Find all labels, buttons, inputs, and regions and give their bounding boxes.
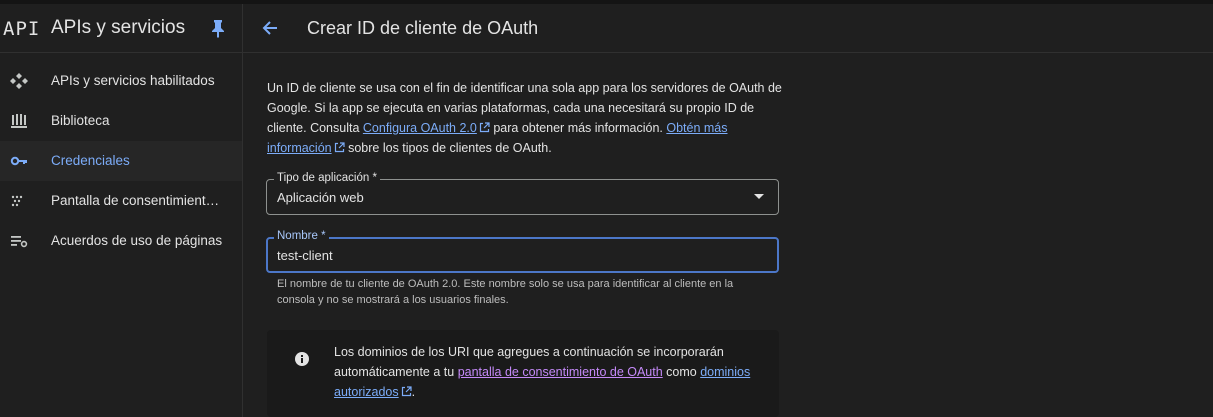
external-link-icon bbox=[479, 122, 490, 133]
configure-oauth-link[interactable]: Configura OAuth 2.0 bbox=[363, 121, 477, 135]
name-hint: El nombre de tu cliente de OAuth 2.0. Es… bbox=[277, 278, 734, 306]
external-link-icon bbox=[401, 386, 412, 397]
info-box: Los dominios de los URI que agregues a c… bbox=[267, 330, 779, 417]
name-input[interactable]: Nombre * test-client bbox=[266, 229, 779, 273]
page-header: Crear ID de cliente de OAuth bbox=[243, 4, 1213, 53]
sidebar-header: API APIs y servicios bbox=[0, 4, 242, 53]
consent-icon bbox=[11, 195, 23, 207]
info-icon bbox=[295, 352, 309, 366]
app-type-value: Aplicación web bbox=[277, 190, 364, 205]
pin-icon[interactable] bbox=[209, 18, 227, 38]
sidebar-item-label: Biblioteca bbox=[51, 113, 110, 128]
back-arrow-icon[interactable] bbox=[260, 18, 280, 38]
sidebar-item-label: Acuerdos de uso de páginas bbox=[51, 233, 223, 248]
app-type-select[interactable]: Tipo de aplicación * Aplicación web bbox=[266, 171, 779, 215]
sidebar-item-apis-habilitados[interactable]: APIs y servicios habilitados bbox=[0, 61, 242, 101]
app-type-label: Tipo de aplicación * bbox=[274, 171, 380, 185]
name-value[interactable]: test-client bbox=[277, 248, 333, 264]
page-title: Crear ID de cliente de OAuth bbox=[307, 18, 539, 38]
sidebar: API APIs y servicios APIs y servicios ha… bbox=[0, 4, 243, 417]
sidebar-item-acuerdos[interactable]: Acuerdos de uso de páginas bbox=[0, 221, 242, 261]
main-content: Crear ID de cliente de OAuth Un ID de cl… bbox=[243, 4, 1213, 417]
api-services-icon bbox=[10, 73, 28, 89]
name-label: Nombre * bbox=[274, 229, 329, 243]
dropdown-arrow-icon bbox=[754, 194, 764, 199]
sidebar-item-pantalla-consentimiento[interactable]: Pantalla de consentimiento de OAuth bbox=[0, 181, 242, 221]
consent-screen-link[interactable]: pantalla de consentimiento de OAuth bbox=[458, 365, 663, 379]
key-icon bbox=[10, 156, 27, 166]
description: Un ID de cliente se usa con el fin de id… bbox=[267, 78, 787, 158]
description-text: para obtener más información. bbox=[489, 121, 667, 135]
api-logo: API bbox=[3, 18, 41, 40]
external-link-icon bbox=[334, 142, 345, 153]
sidebar-item-credenciales[interactable]: Credenciales bbox=[0, 141, 242, 181]
info-text: Los dominios de los URI que agregues a c… bbox=[334, 342, 764, 402]
library-icon bbox=[11, 114, 27, 128]
info-text-part: . bbox=[411, 385, 416, 399]
sidebar-item-label: Credenciales bbox=[51, 153, 130, 168]
sidebar-item-biblioteca[interactable]: Biblioteca bbox=[0, 101, 242, 141]
sidebar-nav: APIs y servicios habilitados Biblioteca … bbox=[0, 61, 242, 261]
description-text: sobre los tipos de clientes de OAuth. bbox=[344, 141, 552, 155]
sidebar-item-label: Pantalla de consentimiento de OAuth bbox=[51, 193, 226, 208]
settings-list-icon bbox=[11, 236, 28, 248]
info-text-part: como bbox=[662, 365, 701, 379]
sidebar-title: APIs y servicios bbox=[51, 17, 186, 38]
sidebar-item-label: APIs y servicios habilitados bbox=[51, 73, 215, 88]
